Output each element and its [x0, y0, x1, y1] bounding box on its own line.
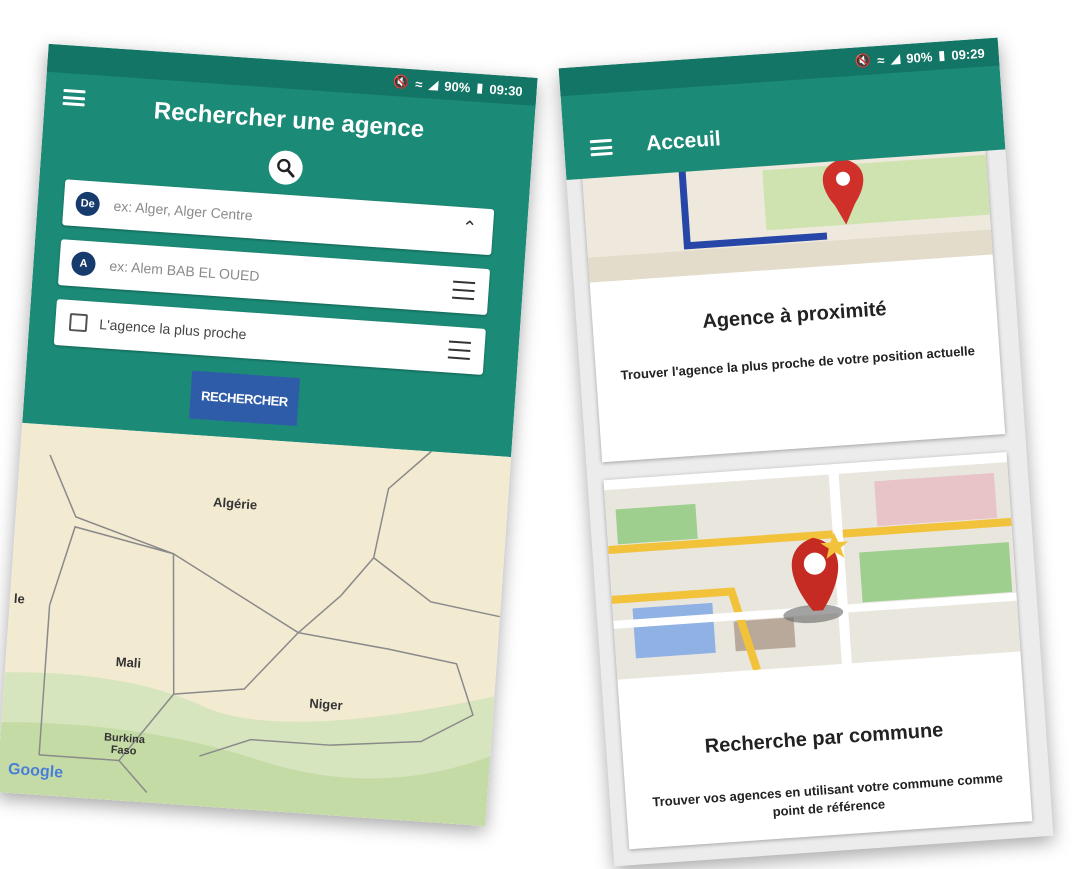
wifi-icon: ≈ — [876, 52, 885, 68]
nearest-agency-checkbox[interactable] — [68, 312, 88, 333]
status-time: 09:30 — [488, 81, 524, 99]
status-bar: 🔇 ≈ ◢ 90% ▮ 09:29 — [558, 37, 1000, 97]
battery-percent: 90% — [905, 48, 933, 66]
map-pin-star-illustration — [604, 461, 1021, 680]
battery-icon: ▮ — [937, 47, 946, 63]
map-label-partial: le — [13, 590, 26, 607]
to-input[interactable] — [106, 252, 432, 302]
phone-search-screen: 🔇 ≈ ◢ 90% ▮ 09:30 Rechercher une agence … — [0, 43, 538, 827]
search-icon[interactable] — [267, 149, 304, 186]
mute-icon: 🔇 — [392, 73, 410, 91]
list-icon[interactable] — [451, 280, 476, 301]
from-badge: De — [74, 191, 101, 217]
search-button[interactable]: RECHERCHER — [188, 370, 301, 427]
to-badge: A — [70, 250, 97, 277]
card-title: Recherche par commune — [704, 719, 944, 758]
mute-icon: 🔇 — [854, 52, 872, 69]
signal-icon: ◢ — [427, 76, 439, 93]
card-nearby-agency[interactable]: Agence à proximité Trouver l'agence la p… — [581, 134, 1006, 463]
card-search-by-commune[interactable]: Recherche par commune Trouver vos agence… — [603, 452, 1033, 850]
wifi-icon: ≈ — [414, 76, 423, 92]
status-time: 09:29 — [950, 45, 986, 63]
google-logo: Google — [7, 760, 64, 782]
search-header: 🔇 ≈ ◢ 90% ▮ 09:30 Rechercher une agence … — [22, 43, 538, 458]
map-label-algerie: Algérie — [212, 494, 258, 513]
card-title: Agence à proximité — [701, 298, 888, 333]
map-label-burkina-faso: Burkina Faso — [103, 731, 146, 758]
nearest-agency-label: L'agence la plus proche — [98, 316, 247, 343]
hamburger-icon[interactable] — [589, 138, 613, 157]
map-label-mali: Mali — [115, 654, 142, 671]
chevron-up-icon[interactable]: ⌃ — [461, 217, 477, 239]
map-label-niger: Niger — [308, 695, 344, 713]
signal-icon: ◢ — [889, 50, 901, 67]
from-input[interactable] — [110, 192, 436, 242]
card-description: Trouver vos agences en utilisant votre c… — [651, 770, 1004, 820]
phone-home-screen: 🔇 ≈ ◢ 90% ▮ 09:29 Acceuil Agence à proxi… — [558, 37, 1054, 867]
list-icon[interactable] — [447, 340, 471, 360]
battery-icon: ▮ — [475, 79, 485, 96]
map-view[interactable]: Algérie Mali Niger Burkina Faso le Googl… — [0, 422, 512, 827]
battery-percent: 90% — [443, 78, 471, 95]
card-description: Trouver l'agence la plus proche de votre… — [620, 342, 976, 383]
page-title: Acceuil — [645, 127, 722, 156]
